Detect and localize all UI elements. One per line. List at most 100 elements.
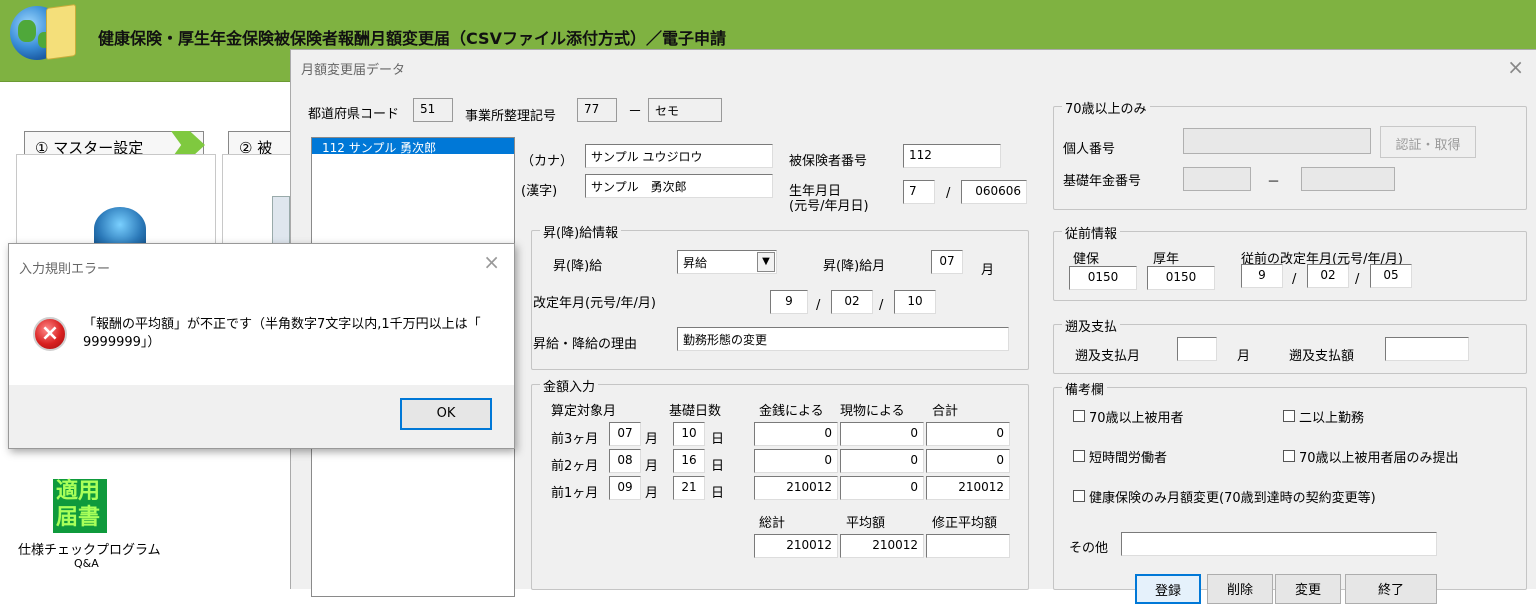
revision-month-field[interactable]: 10 bbox=[894, 290, 936, 314]
close-icon[interactable]: × bbox=[483, 250, 500, 274]
prev-month-field[interactable]: 05 bbox=[1370, 264, 1412, 288]
other-label: その他 bbox=[1069, 541, 1109, 556]
modified-average-label: 修正平均額 bbox=[932, 516, 998, 531]
modified-average-field[interactable] bbox=[926, 534, 1010, 558]
cash-field[interactable]: 0 bbox=[754, 449, 838, 473]
group-title: 昇(降)給情報 bbox=[540, 222, 622, 241]
error-icon: × bbox=[33, 317, 67, 351]
tekiyo-todokesho-icon[interactable]: 適用 届書 bbox=[53, 479, 107, 533]
checkbox-short-time-worker[interactable] bbox=[1073, 450, 1085, 462]
header-target-month: 算定対象月 bbox=[551, 404, 617, 419]
pref-code-value: 51 bbox=[413, 98, 453, 122]
promotion-month-field[interactable]: 07 bbox=[931, 250, 963, 274]
month-unit-label: 月 bbox=[1237, 349, 1251, 364]
month-field[interactable]: 07 bbox=[609, 422, 641, 446]
health-field[interactable]: 0150 bbox=[1069, 266, 1137, 290]
folder-icon bbox=[46, 3, 76, 61]
days-field[interactable]: 16 bbox=[673, 449, 705, 473]
list-item-selected[interactable]: 112 サンプル 勇次郎 bbox=[312, 138, 514, 155]
days-field[interactable]: 21 bbox=[673, 476, 705, 500]
header-total: 合計 bbox=[932, 404, 959, 419]
total-field[interactable]: 210012 bbox=[926, 476, 1010, 500]
pension-field[interactable]: 0150 bbox=[1147, 266, 1215, 290]
error-message-line2: 9999999」） bbox=[83, 335, 161, 350]
document-icon[interactable] bbox=[272, 196, 290, 246]
slash-label: / bbox=[1355, 272, 1360, 287]
retro-amount-field[interactable] bbox=[1385, 337, 1469, 361]
dash-label: － bbox=[1267, 175, 1281, 190]
total-field[interactable]: 0 bbox=[926, 449, 1010, 473]
checkbox-label: 健康保険のみ月額変更(70歳到達時の契約変更等) bbox=[1089, 491, 1376, 506]
auth-acquire-button[interactable]: 認証・取得 bbox=[1380, 126, 1476, 158]
retro-month-field[interactable] bbox=[1177, 337, 1217, 361]
cash-field[interactable]: 0 bbox=[754, 422, 838, 446]
cash-field[interactable]: 210012 bbox=[754, 476, 838, 500]
total-field[interactable]: 0 bbox=[926, 422, 1010, 446]
personal-number-label: 個人番号 bbox=[1063, 142, 1116, 157]
in-kind-field[interactable]: 0 bbox=[840, 422, 924, 446]
slash-label: / bbox=[1292, 272, 1297, 287]
insured-number-field[interactable]: 112 bbox=[903, 144, 1001, 168]
slash-label: / bbox=[879, 298, 884, 313]
promotion-type-select[interactable]: 昇給 ▼ bbox=[677, 250, 777, 274]
prev-year-field[interactable]: 02 bbox=[1307, 264, 1349, 288]
month-field[interactable]: 08 bbox=[609, 449, 641, 473]
quit-button[interactable]: 終了 bbox=[1345, 574, 1437, 604]
checkbox-health-insurance-only[interactable] bbox=[1073, 490, 1085, 502]
month-field[interactable]: 09 bbox=[609, 476, 641, 500]
row-label: 前1ヶ月 bbox=[551, 486, 599, 501]
error-dialog-footer: OK bbox=[9, 385, 514, 448]
checkbox-label: 短時間労働者 bbox=[1089, 451, 1168, 466]
checkbox-label: 二以上勤務 bbox=[1299, 411, 1365, 426]
over70-group: 70歳以上のみ bbox=[1053, 98, 1527, 210]
slash-label: / bbox=[946, 186, 951, 201]
change-button[interactable]: 変更 bbox=[1275, 574, 1341, 604]
month-unit-label: 月 bbox=[981, 263, 995, 278]
prev-era-field[interactable]: 9 bbox=[1241, 264, 1283, 288]
days-unit: 日 bbox=[711, 432, 725, 447]
reason-field[interactable]: 勤務形態の変更 bbox=[677, 327, 1009, 351]
kanji-name-field[interactable]: サンプル 勇次郎 bbox=[585, 174, 773, 198]
row-label: 前3ヶ月 bbox=[551, 432, 599, 447]
group-title: 従前情報 bbox=[1062, 223, 1121, 242]
spec-check-program-link[interactable]: 仕様チェックプログラム bbox=[18, 539, 161, 558]
kana-name-field[interactable]: サンプル ユウジロウ bbox=[585, 144, 773, 168]
retro-amount-label: 遡及支払額 bbox=[1289, 349, 1355, 364]
kanji-label: (漢字) bbox=[521, 184, 558, 199]
other-field[interactable] bbox=[1121, 532, 1437, 556]
group-title: 遡及支払 bbox=[1062, 316, 1121, 335]
month-unit: 月 bbox=[645, 432, 659, 447]
ok-button[interactable]: OK bbox=[400, 398, 492, 430]
days-unit: 日 bbox=[711, 486, 725, 501]
birth-date-field[interactable]: 060606 bbox=[961, 180, 1027, 204]
personal-number-field bbox=[1183, 128, 1371, 154]
checkbox-over70-report-only[interactable] bbox=[1283, 450, 1295, 462]
office-symbol-value-2: セモ bbox=[648, 98, 722, 122]
register-button[interactable]: 登録 bbox=[1135, 574, 1201, 604]
dialog-title: 月額変更届データ bbox=[301, 63, 406, 78]
days-field[interactable]: 10 bbox=[673, 422, 705, 446]
group-title: 70歳以上のみ bbox=[1062, 98, 1150, 117]
revision-year-field[interactable]: 02 bbox=[831, 290, 873, 314]
pension-number-field-1 bbox=[1183, 167, 1251, 191]
average-field[interactable]: 210012 bbox=[840, 534, 924, 558]
grand-total-field[interactable]: 210012 bbox=[754, 534, 838, 558]
birth-era-field[interactable]: 7 bbox=[903, 180, 935, 204]
chevron-down-icon[interactable]: ▼ bbox=[757, 252, 775, 272]
pref-code-label: 都道府県コード bbox=[308, 107, 400, 122]
days-unit: 日 bbox=[711, 459, 725, 474]
checkbox-over70-employee[interactable] bbox=[1073, 410, 1085, 422]
close-icon[interactable]: × bbox=[1507, 55, 1524, 79]
retro-month-label: 遡及支払月 bbox=[1075, 349, 1141, 364]
app-title: 健康保険・厚生年金保険被保険者報酬月額変更届（CSVファイル添付方式）／電子申請 bbox=[98, 29, 726, 48]
group-title: 金額入力 bbox=[540, 376, 599, 395]
delete-button[interactable]: 削除 bbox=[1207, 574, 1273, 604]
kana-label: （カナ） bbox=[521, 154, 574, 169]
in-kind-field[interactable]: 0 bbox=[840, 476, 924, 500]
in-kind-field[interactable]: 0 bbox=[840, 449, 924, 473]
birthdate-format-label: (元号/年月日) bbox=[789, 199, 869, 214]
checkbox-multiple-employment[interactable] bbox=[1283, 410, 1295, 422]
qa-link[interactable]: Q&A bbox=[74, 557, 99, 570]
revision-era-field[interactable]: 9 bbox=[770, 290, 808, 314]
header-base-days: 基礎日数 bbox=[669, 404, 722, 419]
